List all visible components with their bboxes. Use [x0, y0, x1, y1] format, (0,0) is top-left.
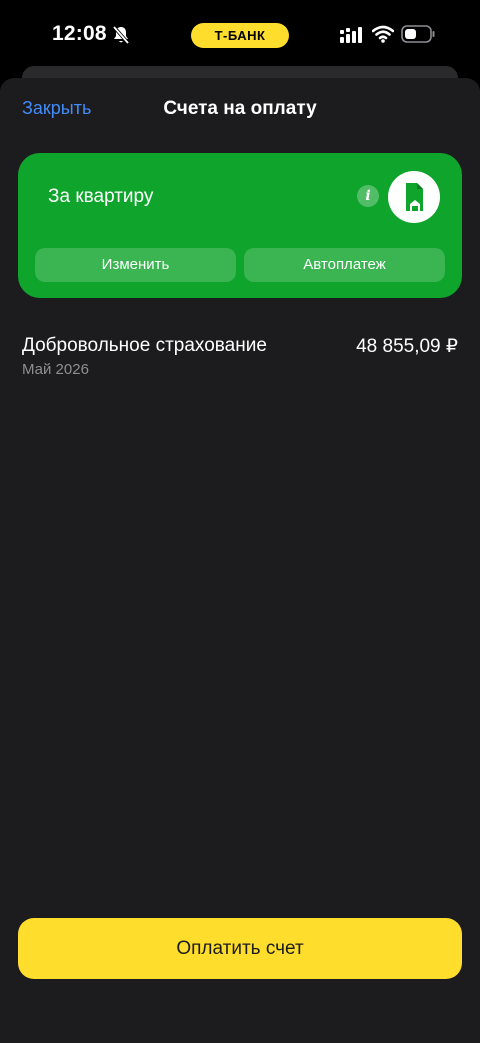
bill-amount: 48 855,09 ₽ — [356, 336, 458, 357]
edit-button[interactable]: Изменить — [35, 248, 236, 282]
wifi-icon — [372, 25, 394, 43]
status-bar: 12:08 Т-БАНК — [0, 0, 480, 70]
house-document-icon — [388, 171, 440, 223]
screen: 12:08 Т-БАНК Закрыть Счета на оплату За … — [0, 0, 480, 1043]
status-time: 12:08 — [52, 22, 107, 45]
pay-bill-button[interactable]: Оплатить счет — [18, 918, 462, 979]
bell-off-icon — [112, 25, 130, 45]
bill-list-item[interactable]: Добровольное страхование 48 855,09 ₽ Май… — [22, 332, 458, 382]
brand-badge: Т-БАНК — [191, 23, 289, 48]
info-icon[interactable]: i — [357, 185, 379, 207]
bill-group-card[interactable]: За квартиру i Изменить Автоплатеж — [18, 153, 462, 298]
close-button[interactable]: Закрыть — [22, 98, 91, 119]
autopay-button[interactable]: Автоплатеж — [244, 248, 445, 282]
bill-name: Добровольное страхование — [22, 335, 267, 356]
battery-icon — [401, 25, 435, 43]
signal-icon — [340, 27, 362, 43]
bill-period: Май 2026 — [22, 361, 89, 378]
bill-group-title: За квартиру — [48, 186, 154, 207]
